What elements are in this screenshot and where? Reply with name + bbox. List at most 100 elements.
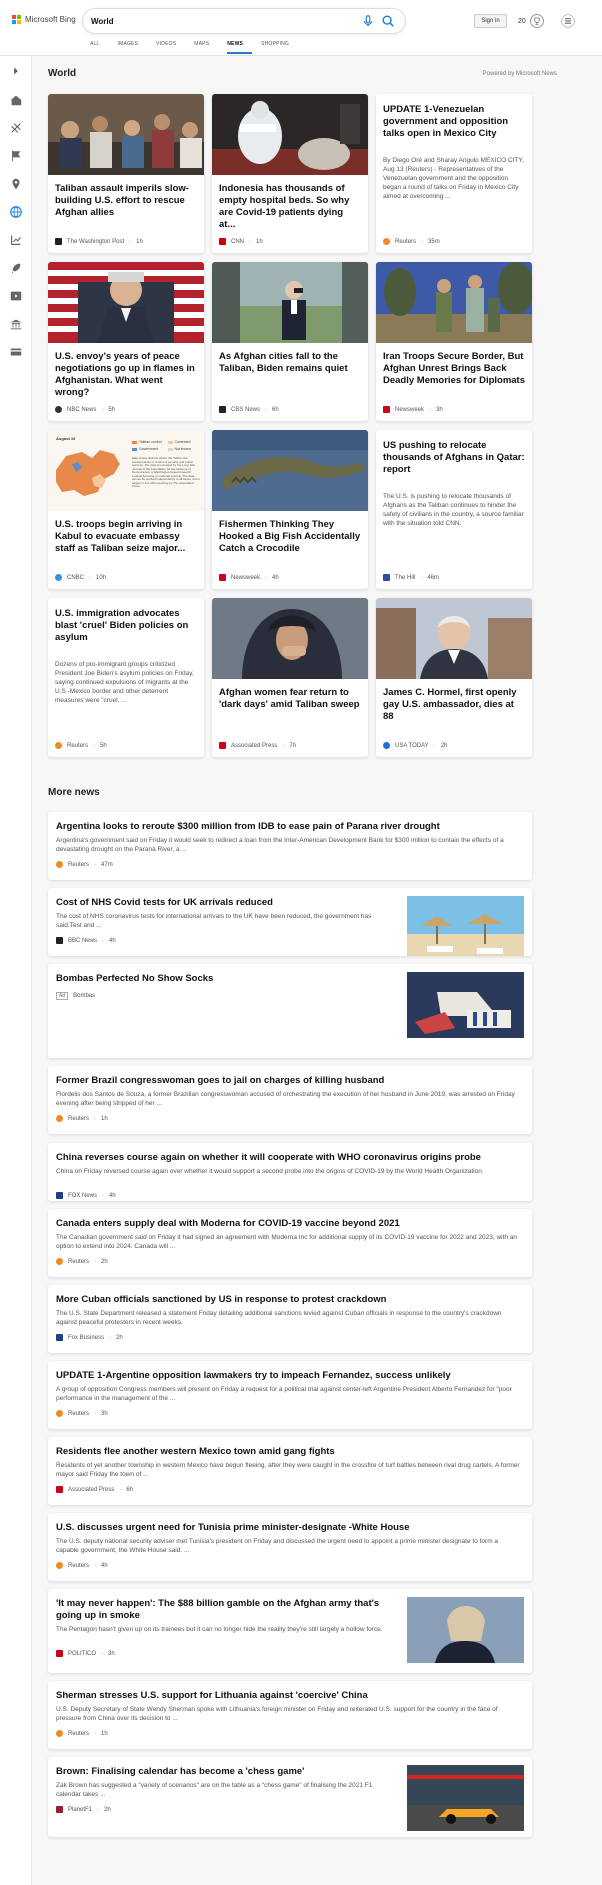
news-item-title[interactable]: UPDATE 1-Argentine opposition lawmakers … — [56, 1370, 522, 1382]
microsoft-logo-icon — [12, 15, 21, 24]
news-item-thumbnail[interactable] — [407, 1765, 524, 1831]
source-name: Reuters — [68, 1562, 90, 1569]
card-title[interactable]: Fishermen Thinking They Hooked a Big Fis… — [219, 519, 361, 555]
news-list-item[interactable]: Cost of NHS Covid tests for UK arrivals … — [48, 888, 532, 956]
sign-in-button[interactable]: Sign in — [474, 14, 507, 28]
chart-icon[interactable] — [9, 233, 23, 247]
news-card[interactable]: Fishermen Thinking They Hooked a Big Fis… — [212, 430, 368, 589]
entertainment-icon[interactable] — [9, 289, 23, 303]
news-card[interactable]: US pushing to relocate thousands of Afgh… — [376, 430, 532, 589]
card-title[interactable]: UPDATE 1-Venezuelan government and oppos… — [383, 104, 525, 140]
news-item-title[interactable]: Sherman stresses U.S. support for Lithua… — [56, 1690, 522, 1702]
news-list-item[interactable]: U.S. discusses urgent need for Tunisia p… — [48, 1513, 532, 1581]
menu-icon[interactable] — [561, 14, 575, 28]
news-card[interactable]: Indonesia has thousands of empty hospita… — [212, 94, 368, 253]
legend-swatch — [132, 447, 137, 451]
card-image — [212, 262, 368, 343]
source-name: Bombas — [73, 993, 96, 999]
ad-badge: Ad — [56, 992, 69, 1000]
news-item-title[interactable]: Canada enters supply deal with Moderna f… — [56, 1218, 522, 1230]
news-item-source: Reuters · 2h — [56, 1258, 108, 1265]
card-title[interactable]: U.S. envoy's years of peace negotiations… — [55, 351, 197, 399]
card-title[interactable]: U.S. immigration advocates blast 'cruel'… — [55, 608, 197, 644]
news-card[interactable]: UPDATE 1-Venezuelan government and oppos… — [376, 94, 532, 253]
news-item-title[interactable]: More Cuban officials sanctioned by US in… — [56, 1294, 522, 1306]
location-icon[interactable] — [9, 177, 23, 191]
top-stories-icon[interactable] — [9, 121, 23, 135]
news-list-item[interactable]: Canada enters supply deal with Moderna f… — [48, 1209, 532, 1277]
news-item-thumbnail[interactable] — [407, 972, 524, 1038]
card-title[interactable]: US pushing to relocate thousands of Afgh… — [383, 440, 525, 476]
news-card[interactable]: U.S. immigration advocates blast 'cruel'… — [48, 598, 204, 757]
news-item-source: Associated Press · 6h — [56, 1486, 133, 1493]
news-list-item[interactable]: 'It may never happen': The $88 billion g… — [48, 1589, 532, 1673]
rewards-button[interactable]: 20 — [518, 14, 544, 28]
politics-icon[interactable] — [9, 317, 23, 331]
news-card[interactable]: August 16 Taliban control Contested Gove… — [48, 430, 204, 589]
source-name: The Washington Post — [67, 238, 125, 245]
card-title[interactable]: Iran Troops Secure Border, But Afghan Un… — [383, 351, 525, 387]
source-logo-icon — [55, 742, 62, 749]
news-list-item[interactable]: Brown: Finalising calendar has become a … — [48, 1757, 532, 1837]
news-list-item[interactable]: UPDATE 1-Argentine opposition lawmakers … — [48, 1361, 532, 1429]
news-card[interactable]: James C. Hormel, first openly gay U.S. a… — [376, 598, 532, 757]
tab-videos[interactable]: VIDEOS — [156, 41, 185, 54]
news-item-thumbnail[interactable] — [407, 896, 524, 956]
source-name: Reuters — [68, 1258, 90, 1265]
news-card[interactable]: U.S. envoy's years of peace negotiations… — [48, 262, 204, 421]
search-input[interactable] — [91, 16, 341, 26]
microphone-icon[interactable] — [361, 14, 375, 28]
rocket-icon[interactable] — [9, 261, 23, 275]
card-title[interactable]: Taliban assault imperils slow-building U… — [55, 183, 197, 219]
money-icon[interactable] — [9, 345, 23, 359]
source-name: Reuters — [68, 1410, 90, 1417]
news-list-item[interactable]: Residents flee another western Mexico to… — [48, 1437, 532, 1505]
news-item-title[interactable]: Argentina looks to reroute $300 million … — [56, 821, 522, 833]
news-item-title[interactable]: Brown: Finalising calendar has become a … — [56, 1766, 396, 1778]
news-list-item[interactable]: China reverses course again on whether i… — [48, 1143, 532, 1201]
source-logo-icon — [219, 742, 226, 749]
card-description: Dozens of pro-immigrant groups criticize… — [55, 661, 194, 704]
news-card[interactable]: As Afghan cities fall to the Taliban, Bi… — [212, 262, 368, 421]
tab-news[interactable]: NEWS — [227, 41, 253, 54]
tab-maps[interactable]: MAPS — [194, 41, 218, 54]
news-item-title[interactable]: Residents flee another western Mexico to… — [56, 1446, 522, 1458]
news-list-item[interactable]: Argentina looks to reroute $300 million … — [48, 812, 532, 880]
news-item-title[interactable]: Cost of NHS Covid tests for UK arrivals … — [56, 897, 396, 909]
expand-arrow-icon[interactable] — [9, 64, 23, 78]
bing-logo[interactable]: Microsoft Bing — [12, 15, 76, 24]
source-time: 2h — [104, 1806, 111, 1813]
tab-shopping[interactable]: SHOPPING — [261, 41, 298, 54]
tab-images[interactable]: IMAGES — [118, 41, 148, 54]
card-title[interactable]: As Afghan cities fall to the Taliban, Bi… — [219, 351, 361, 375]
card-title[interactable]: James C. Hormel, first openly gay U.S. a… — [383, 687, 525, 723]
source-time: 3h — [108, 1650, 115, 1657]
home-icon[interactable] — [9, 93, 23, 107]
news-card[interactable]: Iran Troops Secure Border, But Afghan Un… — [376, 262, 532, 421]
card-image — [376, 598, 532, 679]
ad-item[interactable]: Bombas Perfected No Show Socks Ad Bombas — [48, 964, 532, 1058]
news-item-title[interactable]: U.S. discusses urgent need for Tunisia p… — [56, 1522, 522, 1534]
news-card[interactable]: Afghan women fear return to 'dark days' … — [212, 598, 368, 757]
news-item-title[interactable]: Former Brazil congresswoman goes to jail… — [56, 1075, 522, 1087]
card-image — [212, 598, 368, 679]
card-title[interactable]: Afghan women fear return to 'dark days' … — [219, 687, 361, 711]
news-card[interactable]: Taliban assault imperils slow-building U… — [48, 94, 204, 253]
tab-all[interactable]: ALL — [90, 41, 109, 54]
globe-icon[interactable] — [9, 205, 23, 219]
search-icon[interactable] — [381, 14, 395, 28]
card-title[interactable]: U.S. troops begin arriving in Kabul to e… — [55, 519, 197, 555]
news-item-thumbnail[interactable] — [407, 1597, 524, 1663]
news-list-item[interactable]: Former Brazil congresswoman goes to jail… — [48, 1066, 532, 1134]
card-title[interactable]: Indonesia has thousands of empty hospita… — [219, 183, 361, 231]
news-item-title[interactable]: 'It may never happen': The $88 billion g… — [56, 1598, 396, 1622]
separator: · — [94, 1562, 97, 1569]
source-time: 6h — [126, 1486, 134, 1493]
news-item-title[interactable]: Bombas Perfected No Show Socks — [56, 973, 396, 985]
map-date: August 16 — [56, 436, 76, 441]
news-list-item[interactable]: Sherman stresses U.S. support for Lithua… — [48, 1681, 532, 1749]
search-box[interactable] — [83, 9, 405, 33]
news-item-title[interactable]: China reverses course again on whether i… — [56, 1152, 522, 1164]
news-list-item[interactable]: More Cuban officials sanctioned by US in… — [48, 1285, 532, 1353]
flag-icon[interactable] — [9, 149, 23, 163]
